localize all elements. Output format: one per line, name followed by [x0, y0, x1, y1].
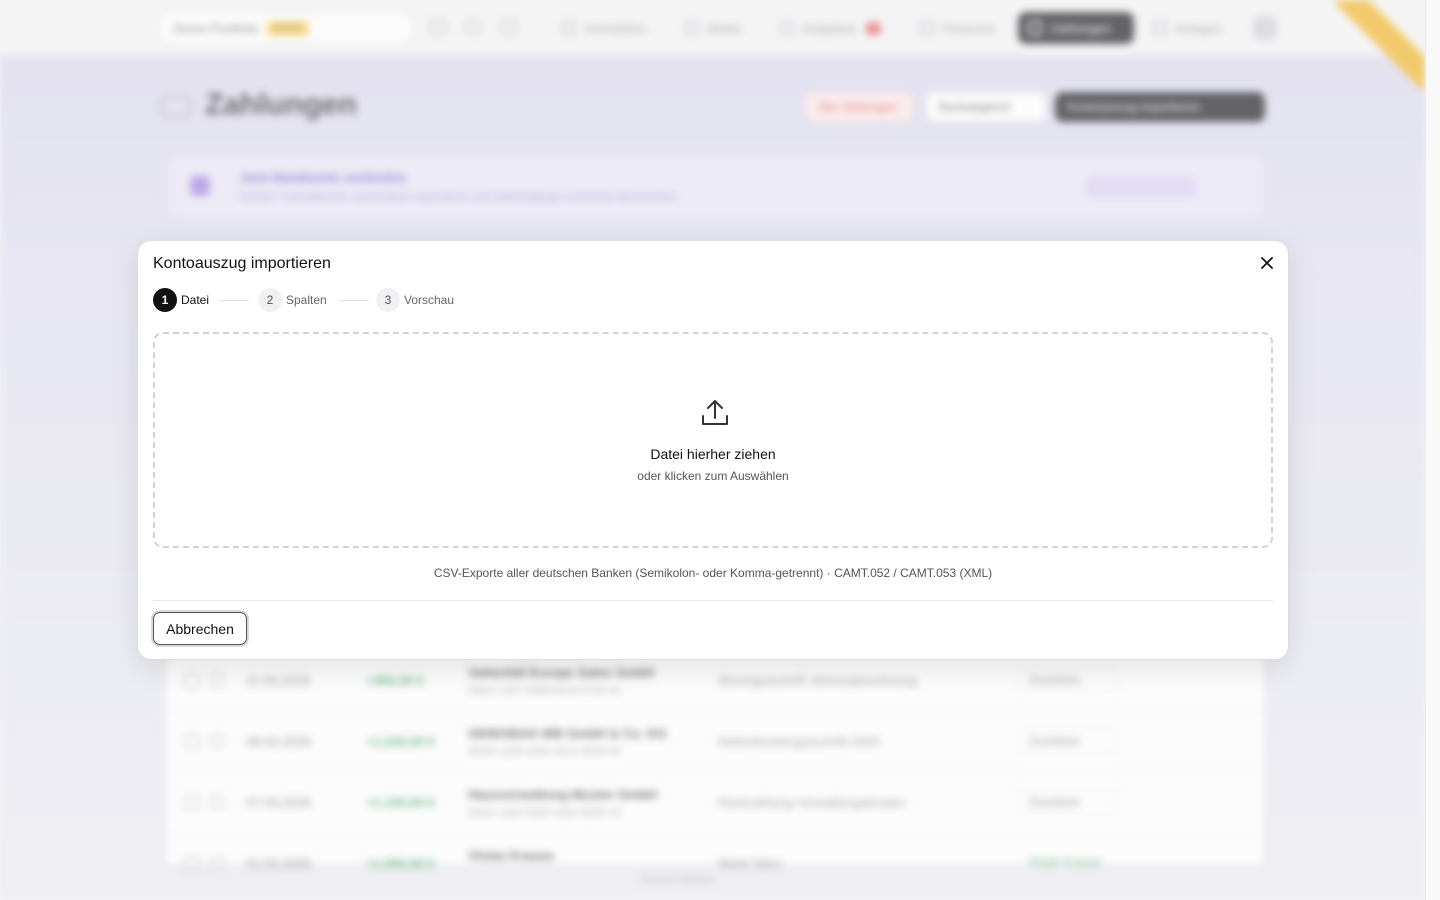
dropzone-title: Datei hierher ziehen [650, 446, 776, 462]
close-icon[interactable] [1257, 253, 1277, 273]
dialog-title: Kontoauszug importieren [153, 255, 331, 272]
footer-divider [153, 600, 1273, 601]
file-dropzone[interactable]: Datei hierher ziehen oder klicken zum Au… [153, 332, 1273, 548]
step-2-number: 2 [258, 288, 282, 312]
dropzone-subtitle: oder klicken zum Auswählen [637, 469, 789, 483]
step-2-label: Spalten [286, 293, 327, 307]
supported-formats-hint: CSV-Exporte aller deutschen Banken (Semi… [433, 566, 993, 580]
step-connector [339, 300, 369, 301]
step-1-label: Datei [181, 293, 210, 307]
step-3-number: 3 [376, 288, 400, 312]
cancel-button[interactable]: Abbrechen [153, 612, 247, 645]
step-connector [219, 300, 249, 301]
step-3-label: Vorschau [404, 293, 455, 307]
import-statement-dialog: Kontoauszug importieren 1 Datei 2 Spalte… [137, 240, 1289, 660]
step-1-number: 1 [153, 288, 177, 312]
upload-icon [702, 400, 728, 425]
